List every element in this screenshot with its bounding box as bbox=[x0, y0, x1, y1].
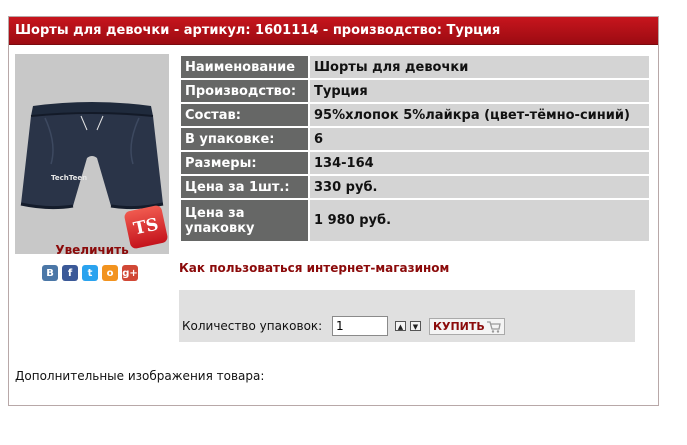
odnoklassniki-icon[interactable]: o bbox=[102, 265, 118, 281]
property-value: Турция bbox=[310, 80, 649, 102]
table-row: Цена за 1шт.: 330 руб. bbox=[181, 176, 649, 198]
property-value: 95%хлопок 5%лайкра (цвет-тёмно-синий) bbox=[310, 104, 649, 126]
table-row: В упаковке: 6 bbox=[181, 128, 649, 150]
table-row: Состав: 95%хлопок 5%лайкра (цвет-тёмно-с… bbox=[181, 104, 649, 126]
product-panel: Шорты для девочки - артикул: 1601114 - п… bbox=[8, 16, 659, 406]
property-label: Размеры: bbox=[181, 152, 308, 174]
property-label: Состав: bbox=[181, 104, 308, 126]
property-label: Наименование bbox=[181, 56, 308, 78]
quantity-label: Количество упаковок: bbox=[182, 319, 323, 333]
cart-icon bbox=[486, 320, 501, 333]
quantity-input[interactable] bbox=[332, 316, 388, 336]
property-value: 134-164 bbox=[310, 152, 649, 174]
table-row: Производство: Турция bbox=[181, 80, 649, 102]
quantity-down-icon[interactable]: ▼ bbox=[410, 321, 421, 331]
ts-logo-text: TS bbox=[131, 214, 161, 240]
buy-label: КУПИТЬ bbox=[433, 320, 485, 333]
table-row: Цена за упаковку 1 980 руб. bbox=[181, 200, 649, 241]
property-value: 330 руб. bbox=[310, 176, 649, 198]
product-title: Шорты для девочки - артикул: 1601114 - п… bbox=[9, 17, 658, 45]
svg-text:TechTeen: TechTeen bbox=[51, 174, 87, 182]
product-photo[interactable]: TechTeen TS bbox=[15, 54, 169, 254]
property-label: Цена за упаковку bbox=[181, 200, 308, 241]
howto-link[interactable]: Как пользоваться интернет-магазином bbox=[179, 261, 449, 275]
table-row: Наименование Шорты для девочки bbox=[181, 56, 649, 78]
property-value: 6 bbox=[310, 128, 649, 150]
additional-images-label: Дополнительные изображения товара: bbox=[15, 369, 265, 383]
product-properties-table: Наименование Шорты для девочки Производс… bbox=[179, 54, 651, 243]
property-label: В упаковке: bbox=[181, 128, 308, 150]
buy-button[interactable]: КУПИТЬ bbox=[429, 318, 505, 335]
twitter-icon[interactable]: t bbox=[82, 265, 98, 281]
facebook-icon[interactable]: f bbox=[62, 265, 78, 281]
enlarge-link[interactable]: Увеличить bbox=[15, 243, 169, 257]
property-value: 1 980 руб. bbox=[310, 200, 649, 241]
social-share-bar: B f t o g+ bbox=[42, 265, 138, 281]
order-box: Количество упаковок: ▲ ▼ КУПИТЬ bbox=[179, 290, 635, 342]
property-label: Цена за 1шт.: bbox=[181, 176, 308, 198]
property-value: Шорты для девочки bbox=[310, 56, 649, 78]
property-label: Производство: bbox=[181, 80, 308, 102]
google-plus-icon[interactable]: g+ bbox=[122, 265, 138, 281]
vk-icon[interactable]: B bbox=[42, 265, 58, 281]
quantity-up-icon[interactable]: ▲ bbox=[395, 321, 406, 331]
table-row: Размеры: 134-164 bbox=[181, 152, 649, 174]
